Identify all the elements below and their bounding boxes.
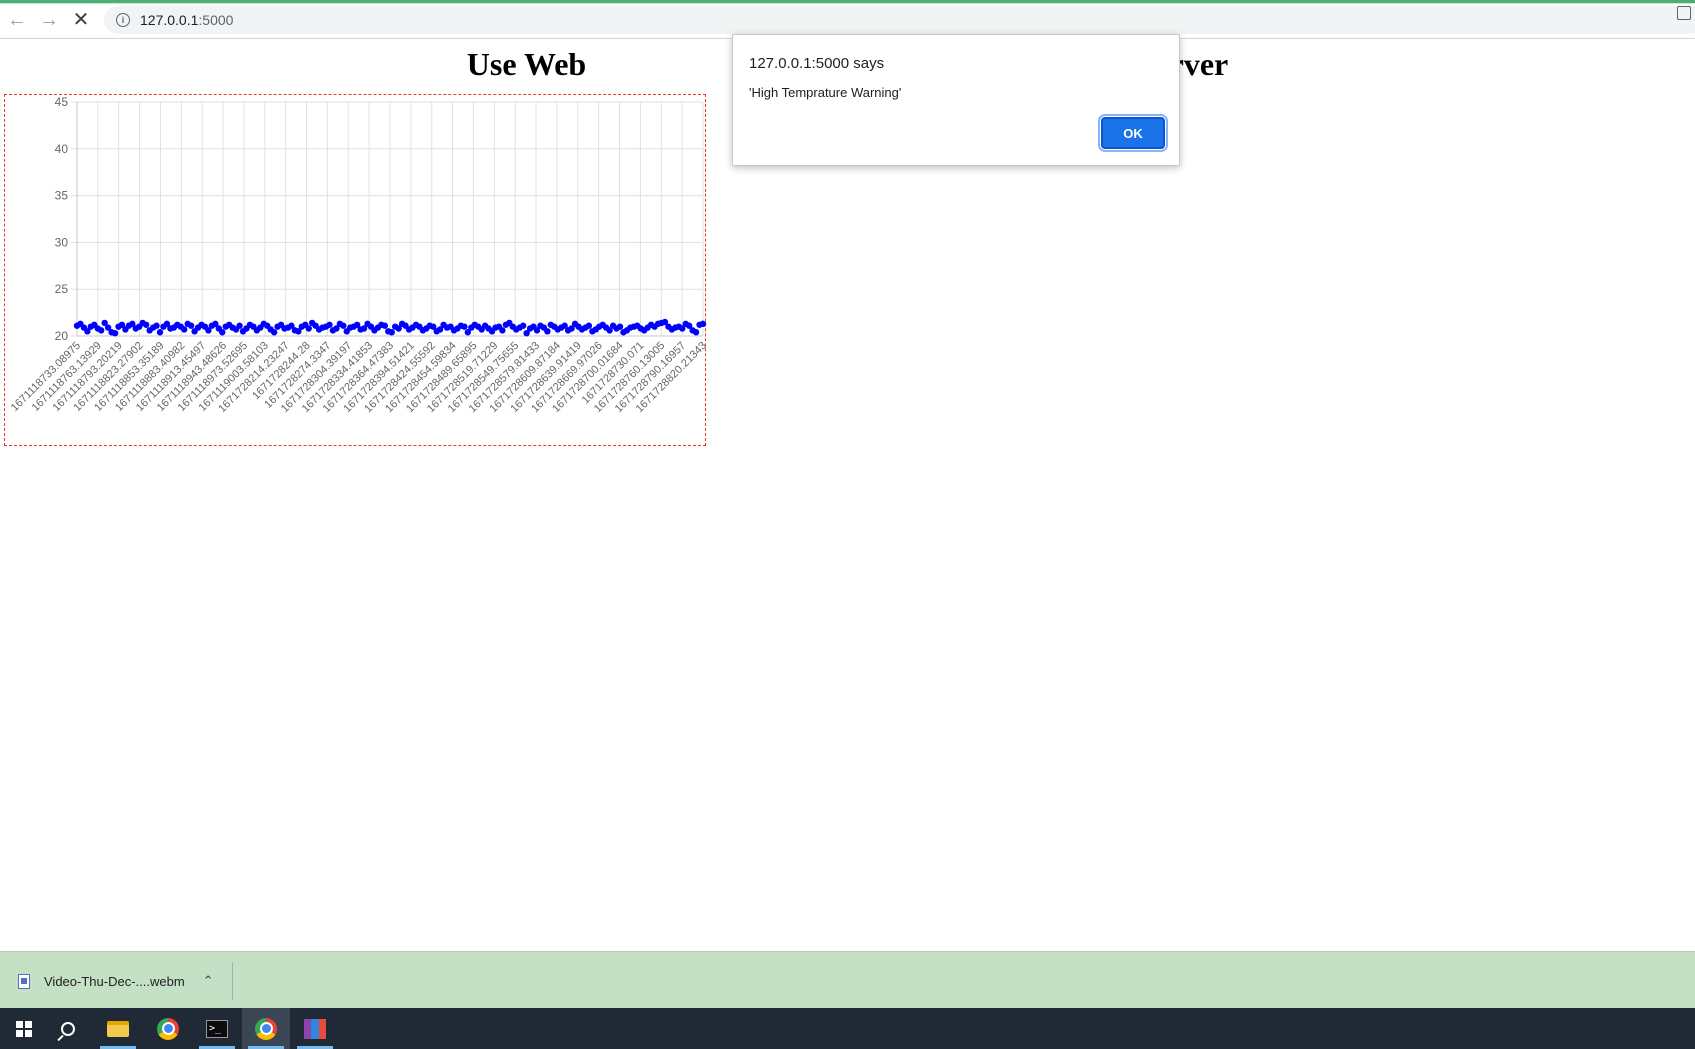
alert-dialog: 127.0.0.1:5000 says 'High Temprature War… — [732, 34, 1180, 166]
data-point — [544, 328, 551, 335]
data-point — [98, 327, 105, 334]
data-point — [305, 325, 312, 332]
y-tick-label: 20 — [55, 329, 69, 343]
y-tick-label: 40 — [55, 142, 69, 156]
y-tick-label: 25 — [55, 282, 69, 296]
data-point — [236, 322, 243, 329]
y-tick-label: 35 — [55, 189, 69, 203]
taskbar-file-explorer[interactable] — [94, 1008, 142, 1049]
data-point — [142, 321, 150, 328]
data-point — [187, 322, 195, 329]
y-tick-label: 45 — [55, 95, 69, 109]
loading-progress-bar — [0, 0, 1695, 4]
search-icon — [61, 1021, 75, 1036]
chrome-icon — [157, 1017, 179, 1040]
video-file-icon — [18, 973, 30, 989]
data-point — [699, 320, 707, 328]
data-point — [461, 323, 468, 330]
ok-button[interactable]: OK — [1098, 114, 1168, 152]
data-point — [616, 323, 624, 330]
data-point — [153, 322, 160, 329]
winrar-icon — [304, 1018, 326, 1039]
data-point — [326, 321, 333, 328]
share-icon[interactable] — [1677, 6, 1691, 20]
page-title-left: Use Web — [466, 46, 587, 82]
windows-start-button[interactable] — [0, 1008, 48, 1049]
download-file-name: Video-Thu-Dec-....webm — [44, 973, 185, 989]
file-explorer-icon — [107, 1020, 129, 1037]
url-text[interactable]: 127.0.0.1:5000 — [140, 12, 233, 28]
chevron-up-icon[interactable]: ⌃ — [203, 973, 214, 989]
y-tick-label: 30 — [55, 235, 69, 249]
arrow-right-icon: → — [39, 9, 59, 31]
forward-button[interactable]: → — [36, 7, 62, 33]
data-point — [340, 322, 347, 329]
taskbar-chrome-active[interactable] — [242, 1008, 290, 1049]
data-point — [388, 329, 395, 336]
shelf-divider — [232, 962, 233, 1000]
taskbar-chrome[interactable] — [144, 1008, 192, 1049]
url-port: :5000 — [198, 12, 234, 28]
data-point — [519, 322, 527, 329]
address-bar[interactable]: i 127.0.0.1:5000 — [104, 6, 1695, 34]
back-button[interactable]: ← — [4, 7, 30, 33]
data-point — [585, 322, 593, 329]
data-point — [499, 327, 506, 334]
stop-loading-button[interactable]: ✕ — [68, 7, 94, 33]
site-info-icon[interactable]: i — [116, 13, 130, 27]
data-point — [111, 329, 119, 337]
taskbar: >_ — [0, 1008, 1695, 1049]
data-point — [381, 322, 389, 329]
url-host: 127.0.0.1 — [140, 12, 199, 28]
taskbar-winrar[interactable] — [291, 1008, 339, 1049]
chart-svg: 2025303540451671118733.089751671118763.1… — [9, 95, 707, 415]
arrow-left-icon: ← — [7, 9, 27, 31]
download-shelf: Video-Thu-Dec-....webm ⌃ — [0, 951, 1695, 1008]
data-point — [156, 329, 164, 336]
chrome-icon — [255, 1017, 277, 1040]
terminal-icon: >_ — [206, 1019, 228, 1038]
loading-progress-fill — [0, 0, 1695, 3]
windows-start-icon — [16, 1020, 32, 1037]
alert-message: 'High Temprature Warning' — [749, 85, 902, 100]
data-point — [270, 329, 278, 336]
data-point — [692, 329, 700, 336]
close-icon: ✕ — [72, 9, 90, 31]
data-point — [219, 329, 226, 336]
taskbar-search-button[interactable] — [44, 1008, 92, 1049]
alert-origin: 127.0.0.1:5000 says — [749, 55, 885, 72]
temperature-chart: 20 25 30 35 40 45 1671118733.08975 1671118763.1… — [4, 94, 707, 446]
taskbar-terminal[interactable]: >_ — [193, 1008, 241, 1049]
download-item[interactable]: Video-Thu-Dec-....webm ⌃ — [12, 964, 230, 998]
data-point — [181, 326, 188, 333]
